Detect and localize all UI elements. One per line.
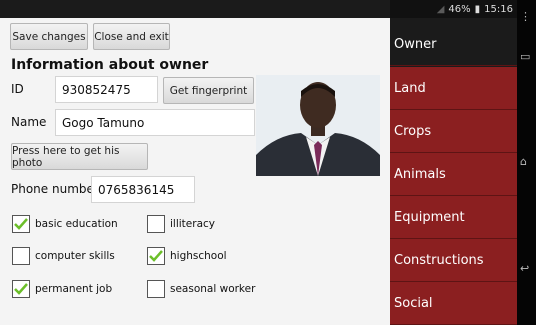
checkbox-label: highschool: [170, 250, 227, 262]
back-icon[interactable]: ↩: [520, 262, 529, 275]
id-label: ID: [11, 82, 24, 96]
checkbox-label: seasonal worker: [170, 283, 256, 295]
checkbox-computer-skills[interactable]: computer skills: [12, 247, 115, 265]
side-menu: Owner Land Crops Animals Equipment Const…: [390, 18, 517, 325]
menu-item-owner[interactable]: Owner: [390, 23, 517, 66]
name-field[interactable]: Gogo Tamuno: [55, 109, 255, 136]
overflow-menu-icon[interactable]: ⋮: [520, 10, 531, 23]
name-label: Name: [11, 115, 47, 129]
owner-form: Save changes Close and exit Information …: [0, 18, 390, 325]
close-exit-button[interactable]: Close and exit: [93, 23, 170, 50]
checkbox-box[interactable]: [12, 247, 30, 265]
system-nav-bar: ⋮ ▭ ⌂ ↩: [517, 0, 536, 325]
checkbox-illiteracy[interactable]: illiteracy: [147, 215, 215, 233]
menu-item-constructions[interactable]: Constructions: [390, 239, 517, 282]
owner-photo: [256, 75, 380, 176]
menu-item-equipment[interactable]: Equipment: [390, 196, 517, 239]
phone-field[interactable]: 0765836145: [91, 176, 195, 203]
battery-level: 46%: [448, 3, 471, 15]
checkbox-box[interactable]: [147, 215, 165, 233]
signal-icon: ◢: [436, 3, 445, 15]
home-icon[interactable]: ⌂: [520, 155, 527, 168]
id-field[interactable]: 930852475: [55, 76, 158, 103]
battery-icon: ▮: [474, 3, 481, 15]
clock: 15:16: [484, 3, 513, 15]
recent-apps-icon[interactable]: ▭: [520, 50, 530, 63]
checkbox-label: permanent job: [35, 283, 113, 295]
checkbox-seasonal-worker[interactable]: seasonal worker: [147, 280, 255, 298]
checkbox-box[interactable]: [147, 247, 165, 265]
section-title: Information about owner: [11, 57, 209, 73]
get-fingerprint-button[interactable]: Get fingerprint: [163, 77, 254, 104]
checkbox-permanent-job[interactable]: permanent job: [12, 280, 112, 298]
checkbox-box[interactable]: [147, 280, 165, 298]
checkbox-basic-education[interactable]: basic education: [12, 215, 118, 233]
checkbox-highschool[interactable]: highschool: [147, 247, 227, 265]
checkbox-label: computer skills: [35, 250, 115, 262]
checkbox-label: basic education: [35, 218, 118, 230]
checkbox-box[interactable]: [12, 215, 30, 233]
phone-label: Phone number: [11, 182, 99, 196]
get-photo-button[interactable]: Press here to get his photo: [11, 143, 148, 170]
save-button[interactable]: Save changes: [10, 23, 88, 50]
menu-item-land[interactable]: Land: [390, 67, 517, 110]
menu-item-animals[interactable]: Animals: [390, 153, 517, 196]
checkbox-label: illiteracy: [170, 218, 215, 230]
menu-item-crops[interactable]: Crops: [390, 110, 517, 153]
menu-item-social[interactable]: Social: [390, 282, 517, 325]
status-bar: ◢ 46% ▮ 15:16: [390, 0, 517, 18]
checkbox-box[interactable]: [12, 280, 30, 298]
